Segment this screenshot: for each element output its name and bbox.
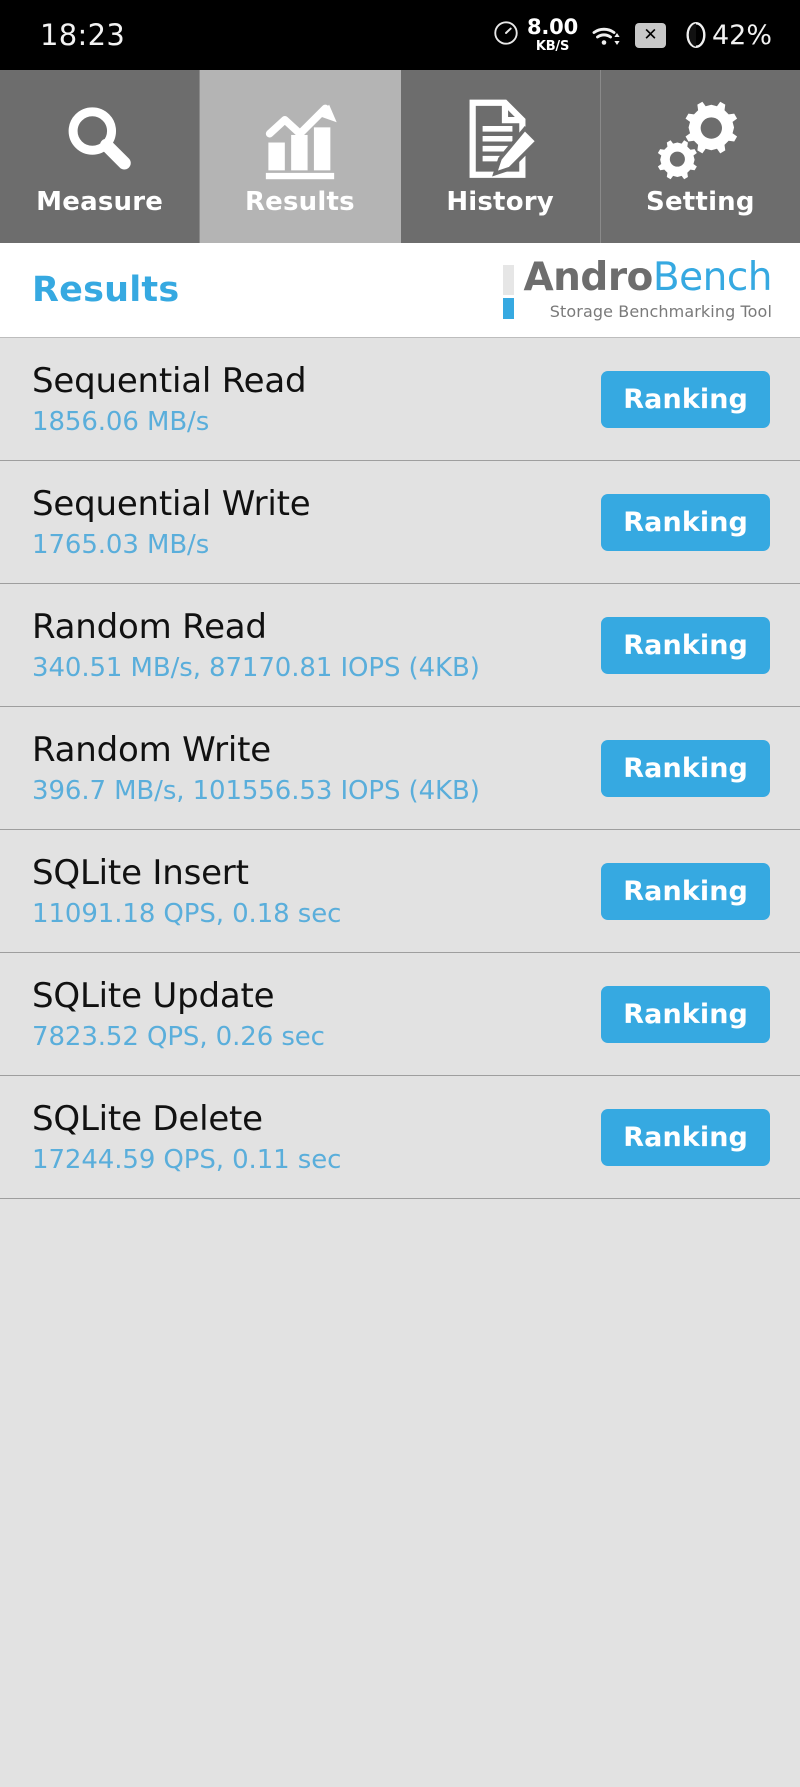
logo-word-andro: Andro <box>523 255 653 301</box>
wifi-icon <box>590 21 622 49</box>
tab-history[interactable]: History <box>400 70 601 243</box>
magnifier-icon <box>59 97 141 181</box>
ranking-button[interactable]: Ranking <box>601 616 770 674</box>
result-row-sqlite-delete[interactable]: SQLite Delete 17244.59 QPS, 0.11 sec Ran… <box>0 1076 800 1199</box>
ranking-button[interactable]: Ranking <box>601 493 770 551</box>
app-header: Results AndroBench Storage Benchmarking … <box>0 243 800 338</box>
result-row-sqlite-insert[interactable]: SQLite Insert 11091.18 QPS, 0.18 sec Ran… <box>0 830 800 953</box>
result-texts: Sequential Write 1765.03 MB/s <box>32 484 311 560</box>
gears-icon <box>656 97 744 181</box>
result-row-sequential-read[interactable]: Sequential Read 1856.06 MB/s Ranking <box>0 338 800 461</box>
network-speed-value: 8.00 <box>526 15 578 39</box>
result-value: 1765.03 MB/s <box>32 530 210 561</box>
tab-label-results: Results <box>244 186 355 217</box>
result-title: Random Read <box>32 606 267 647</box>
result-title: Sequential Read <box>32 360 307 401</box>
results-list: Sequential Read 1856.06 MB/s Ranking Seq… <box>0 338 800 1199</box>
battery-icon <box>686 22 706 48</box>
ranking-button[interactable]: Ranking <box>601 862 770 920</box>
page-title: Results <box>32 270 180 310</box>
logo-wordmark: AndroBench <box>523 258 772 297</box>
result-value: 396.7 MB/s, 101556.53 IOPS (4KB) <box>32 776 480 807</box>
androbench-logo: AndroBench Storage Benchmarking Tool <box>503 258 773 321</box>
main-tab-bar: Measure Results History Setting <box>0 70 800 243</box>
result-texts: SQLite Update 7823.52 QPS, 0.26 sec <box>32 976 325 1052</box>
result-value: 1856.06 MB/s <box>32 407 210 438</box>
result-row-sqlite-update[interactable]: SQLite Update 7823.52 QPS, 0.26 sec Rank… <box>0 953 800 1076</box>
result-row-random-write[interactable]: Random Write 396.7 MB/s, 101556.53 IOPS … <box>0 707 800 830</box>
tab-label-setting: Setting <box>646 186 755 217</box>
result-value: 11091.18 QPS, 0.18 sec <box>32 899 342 930</box>
sim-no-signal-icon: ✕ <box>634 22 666 48</box>
logo-mark-gray <box>503 265 515 296</box>
bar-chart-arrow-icon <box>257 97 343 181</box>
tab-measure[interactable]: Measure <box>0 70 201 243</box>
tab-label-measure: Measure <box>36 186 164 217</box>
result-value: 7823.52 QPS, 0.26 sec <box>32 1022 325 1053</box>
result-title: SQLite Insert <box>32 852 249 893</box>
result-texts: Random Read 340.51 MB/s, 87170.81 IOPS (… <box>32 607 480 683</box>
battery-indicator: 42% <box>682 20 772 51</box>
result-value: 17244.59 QPS, 0.11 sec <box>32 1145 342 1176</box>
result-title: SQLite Delete <box>32 1098 263 1139</box>
result-title: Random Write <box>32 729 271 770</box>
ranking-button[interactable]: Ranking <box>601 1108 770 1166</box>
status-bar-icons: 8.00 KB/S ✕ 42% <box>492 17 772 53</box>
document-pencil-icon <box>460 97 541 181</box>
logo-mark-blue <box>503 298 515 320</box>
result-title: Sequential Write <box>32 483 311 524</box>
logo-marks <box>503 259 515 320</box>
result-row-sequential-write[interactable]: Sequential Write 1765.03 MB/s Ranking <box>0 461 800 584</box>
logo-subtitle: Storage Benchmarking Tool <box>549 301 772 321</box>
result-row-random-read[interactable]: Random Read 340.51 MB/s, 87170.81 IOPS (… <box>0 584 800 707</box>
result-texts: Random Write 396.7 MB/s, 101556.53 IOPS … <box>32 730 480 806</box>
result-value: 340.51 MB/s, 87170.81 IOPS (4KB) <box>32 653 480 684</box>
tab-setting[interactable]: Setting <box>600 70 800 243</box>
tab-results[interactable]: Results <box>200 70 401 243</box>
ranking-button[interactable]: Ranking <box>601 739 770 797</box>
tab-label-history: History <box>446 186 554 217</box>
speedometer-icon <box>492 19 520 51</box>
network-speed-indicator: 8.00 KB/S <box>526 15 578 54</box>
logo-text: AndroBench Storage Benchmarking Tool <box>523 258 772 321</box>
ranking-button[interactable]: Ranking <box>601 370 770 428</box>
result-texts: SQLite Delete 17244.59 QPS, 0.11 sec <box>32 1099 341 1175</box>
logo-word-bench: Bench <box>652 255 773 301</box>
result-title: SQLite Update <box>32 975 275 1016</box>
status-bar: 18:23 8.00 KB/S ✕ 42% <box>0 0 800 70</box>
result-texts: SQLite Insert 11091.18 QPS, 0.18 sec <box>32 853 341 929</box>
ranking-button[interactable]: Ranking <box>601 985 770 1043</box>
status-bar-clock: 18:23 <box>40 18 126 52</box>
network-speed-unit: KB/S <box>535 39 570 54</box>
battery-percent-label: 42% <box>711 19 772 51</box>
result-texts: Sequential Read 1856.06 MB/s <box>32 360 307 438</box>
